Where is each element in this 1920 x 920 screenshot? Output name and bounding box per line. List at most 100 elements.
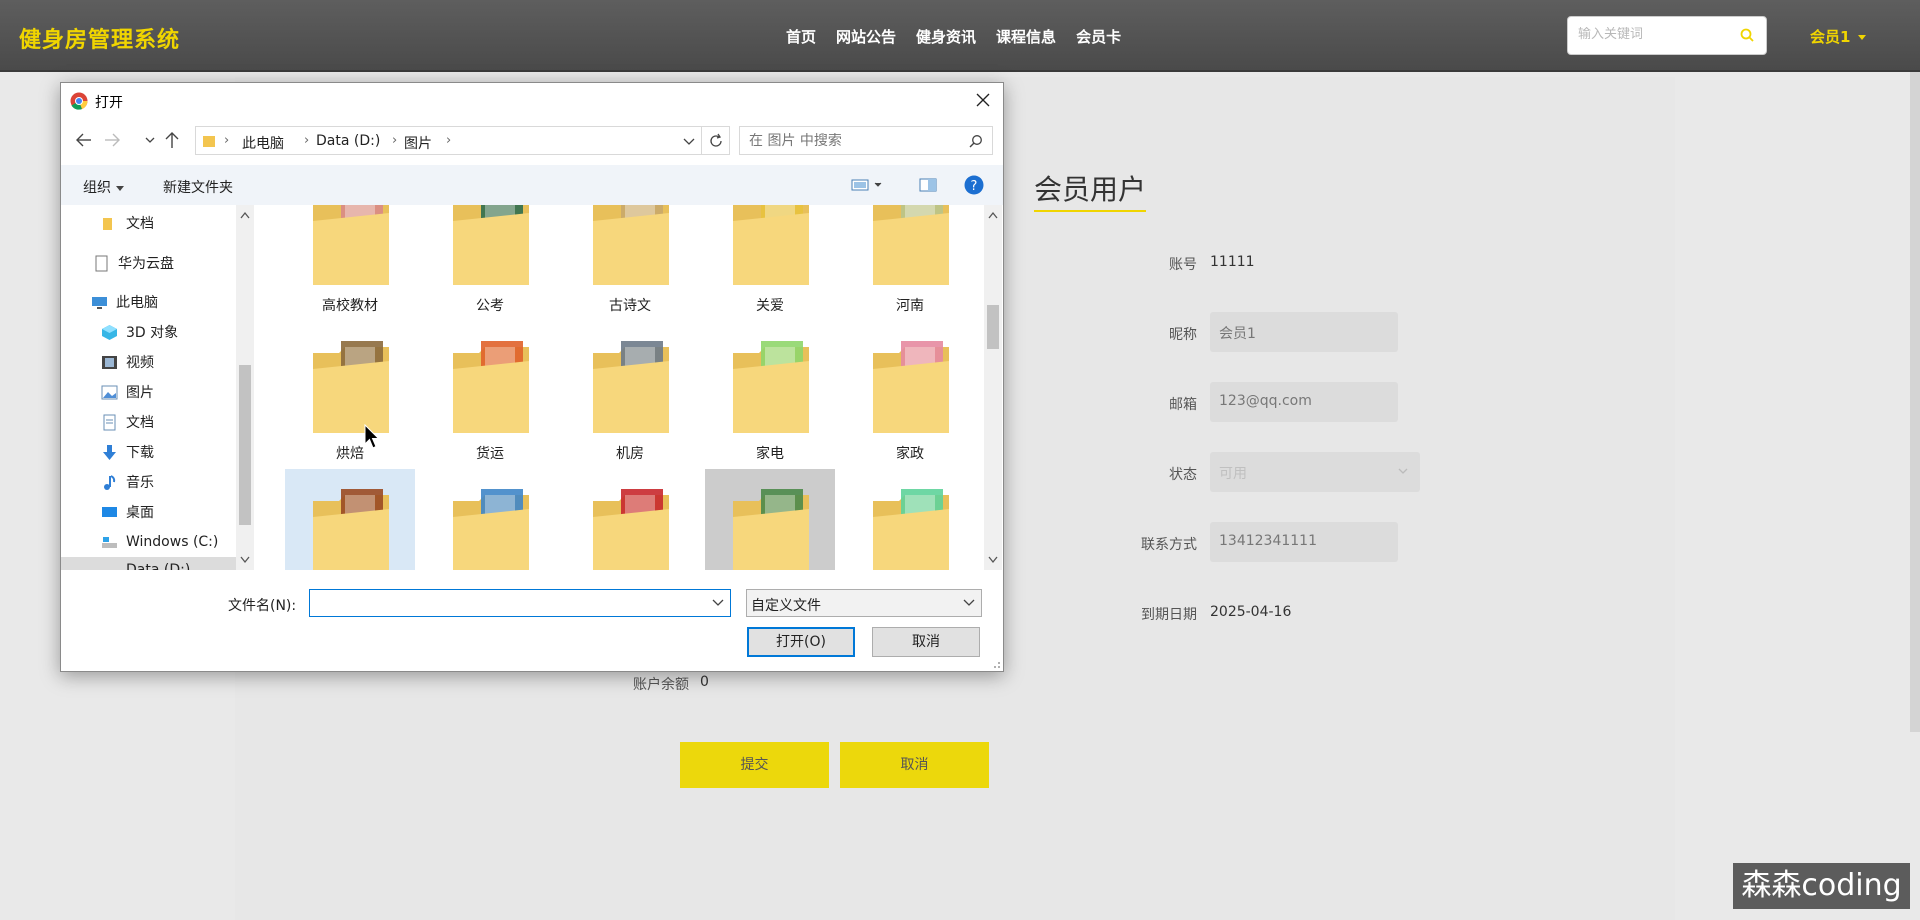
recent-locations-icon[interactable] bbox=[145, 131, 155, 149]
nav-desktop[interactable]: 桌面 bbox=[101, 499, 236, 525]
breadcrumb-pictures[interactable]: 图片 bbox=[404, 133, 432, 153]
folder-item[interactable]: 河南 bbox=[845, 205, 975, 321]
user-menu[interactable]: 会员1 bbox=[1810, 26, 1867, 47]
status-select[interactable]: 可用 bbox=[1210, 452, 1420, 492]
submit-button[interactable]: 提交 bbox=[680, 742, 829, 788]
folder-item[interactable]: 古诗文 bbox=[565, 205, 695, 321]
scroll-thumb[interactable] bbox=[987, 305, 999, 349]
chevron-down-icon[interactable] bbox=[683, 137, 695, 147]
filetype-select[interactable]: 自定义文件 bbox=[746, 589, 982, 617]
page-scrollbar[interactable] bbox=[1910, 72, 1920, 732]
organize-button[interactable]: 组织 bbox=[83, 177, 124, 197]
breadcrumb-this-pc[interactable]: 此电脑 bbox=[242, 133, 284, 153]
nav-item-fitness-news[interactable]: 健身资讯 bbox=[916, 26, 976, 47]
search-icon[interactable] bbox=[969, 134, 983, 148]
nav-item-announcements[interactable]: 网站公告 bbox=[836, 26, 896, 47]
filename-input[interactable] bbox=[315, 594, 695, 610]
nav-item-courses[interactable]: 课程信息 bbox=[996, 26, 1056, 47]
folder-item[interactable]: 垃圾分类 bbox=[845, 469, 975, 570]
nav-data-d[interactable]: Data (D:) bbox=[61, 557, 236, 570]
nav-pictures[interactable]: 图片 bbox=[101, 379, 236, 405]
open-button[interactable]: 打开(O) bbox=[747, 627, 855, 657]
nav-documents[interactable]: 文档 bbox=[101, 409, 236, 435]
nav-3d-objects[interactable]: 3D 对象 bbox=[101, 319, 236, 345]
folder-item[interactable]: 家政 bbox=[845, 321, 975, 469]
email-field[interactable]: 123@qq.com bbox=[1210, 382, 1398, 422]
account-label: 账号 bbox=[1169, 257, 1197, 273]
up-arrow-icon[interactable] bbox=[163, 131, 181, 149]
folder-item[interactable]: 健身 bbox=[705, 469, 835, 570]
folder-thumbnail-icon bbox=[733, 489, 809, 570]
folder-item[interactable]: 监控 bbox=[425, 469, 555, 570]
scroll-up-icon[interactable] bbox=[240, 211, 250, 219]
nickname-field[interactable]: 会员1 bbox=[1210, 312, 1398, 352]
page-title: 会员用户 bbox=[1034, 173, 1147, 206]
nav-label: 图片 bbox=[126, 385, 154, 401]
scroll-down-icon[interactable] bbox=[988, 556, 998, 564]
scroll-down-icon[interactable] bbox=[240, 556, 250, 564]
organize-label: 组织 bbox=[83, 180, 111, 196]
folder-item[interactable]: 家电 bbox=[705, 321, 835, 469]
brand-logo[interactable]: 健身房管理系统 bbox=[19, 22, 180, 54]
folder-item[interactable]: 高校教材 bbox=[285, 205, 415, 321]
dialog-search-input[interactable] bbox=[749, 133, 949, 149]
top-navbar: 健身房管理系统 首页 网站公告 健身资讯 课程信息 会员卡 会员1 bbox=[0, 0, 1920, 72]
help-icon[interactable]: ? bbox=[964, 175, 984, 195]
folder-thumbnail-icon bbox=[313, 489, 389, 570]
contact-field[interactable]: 13412341111 bbox=[1210, 522, 1398, 562]
user-name: 会员1 bbox=[1810, 28, 1851, 46]
scroll-up-icon[interactable] bbox=[988, 211, 998, 219]
folder-item[interactable]: 剪纸 bbox=[565, 469, 695, 570]
nav-item-membership-card[interactable]: 会员卡 bbox=[1076, 26, 1121, 47]
folder-label: 家电 bbox=[756, 446, 784, 462]
close-icon[interactable] bbox=[975, 92, 991, 108]
nav-documents-quick[interactable]: 文档 bbox=[101, 210, 231, 236]
search-icon[interactable] bbox=[1740, 28, 1754, 42]
folder-thumbnail-icon bbox=[593, 489, 669, 570]
nav-music[interactable]: 音乐 bbox=[101, 469, 236, 495]
nav-downloads[interactable]: 下载 bbox=[101, 439, 236, 465]
preview-pane-icon[interactable] bbox=[919, 178, 937, 192]
dialog-titlebar[interactable]: 打开 bbox=[61, 83, 1003, 117]
folder-item[interactable]: 货运 bbox=[425, 321, 555, 469]
folder-item[interactable]: 机房 bbox=[565, 321, 695, 469]
new-folder-button[interactable]: 新建文件夹 bbox=[163, 177, 233, 197]
folder-label: 家政 bbox=[896, 446, 924, 462]
nav-item-home[interactable]: 首页 bbox=[786, 26, 816, 47]
nickname-label: 昵称 bbox=[1169, 327, 1197, 343]
nav-windows-c[interactable]: Windows (C:) bbox=[101, 529, 236, 555]
resize-grip-icon[interactable] bbox=[991, 659, 1001, 669]
address-bar[interactable]: › 此电脑 › Data (D:) › 图片 › bbox=[195, 126, 702, 155]
search-input[interactable] bbox=[1578, 27, 1738, 42]
nav-huawei-cloud[interactable]: 华为云盘 bbox=[93, 250, 233, 276]
folder-item[interactable]: 公考 bbox=[425, 205, 555, 321]
folder-item[interactable]: 关爱 bbox=[705, 205, 835, 321]
scroll-thumb[interactable] bbox=[239, 365, 251, 525]
folder-thumbnail-icon bbox=[873, 205, 949, 285]
back-arrow-icon[interactable] bbox=[75, 131, 93, 149]
main-nav: 首页 网站公告 健身资讯 课程信息 会员卡 bbox=[786, 26, 1121, 47]
cancel-button[interactable]: 取消 bbox=[840, 742, 989, 788]
chevron-down-icon bbox=[963, 599, 975, 606]
folder-item[interactable]: 家装 bbox=[285, 469, 415, 570]
folder-item[interactable]: 烘焙 bbox=[285, 321, 415, 469]
nav-label: 文档 bbox=[126, 415, 154, 431]
nav-videos[interactable]: 视频 bbox=[101, 349, 236, 375]
dialog-title: 打开 bbox=[95, 95, 123, 111]
cube-icon bbox=[102, 324, 117, 340]
file-pane-scrollbar[interactable] bbox=[984, 205, 1002, 570]
refresh-button[interactable] bbox=[702, 126, 730, 155]
nav-this-pc[interactable]: 此电脑 bbox=[91, 289, 236, 315]
dialog-toolbar: 组织 新建文件夹 ? bbox=[61, 165, 1003, 205]
nav-pane-scrollbar[interactable] bbox=[236, 205, 254, 570]
view-mode-icon[interactable] bbox=[851, 178, 883, 192]
folder-icon bbox=[203, 136, 215, 147]
breadcrumb-data-d[interactable]: Data (D:) bbox=[316, 133, 380, 149]
chevron-down-icon[interactable] bbox=[712, 598, 724, 608]
filename-label: 文件名(N): bbox=[228, 598, 297, 614]
folder-thumbnail-icon bbox=[453, 205, 529, 285]
nav-label: 3D 对象 bbox=[126, 325, 179, 341]
desktop-icon bbox=[102, 506, 117, 517]
forward-arrow-icon[interactable] bbox=[103, 131, 121, 149]
dialog-cancel-button[interactable]: 取消 bbox=[872, 627, 980, 657]
